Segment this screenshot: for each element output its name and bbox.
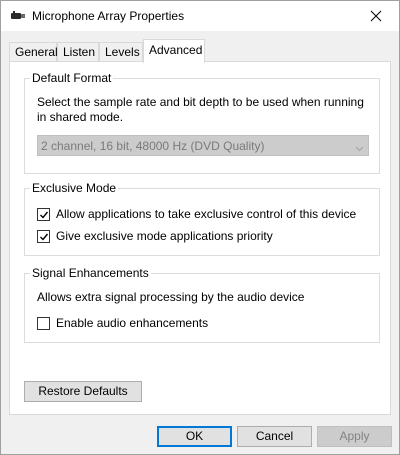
default-format-select[interactable]: 2 channel, 16 bit, 48000 Hz (DVD Quality… — [37, 135, 369, 156]
microphone-icon — [10, 9, 26, 23]
restore-defaults-button[interactable]: Restore Defaults — [24, 381, 142, 402]
allow-exclusive-control-label: Allow applications to take exclusive con… — [56, 207, 357, 221]
window-title: Microphone Array Properties — [32, 9, 185, 23]
description-line-2: in shared mode. — [37, 110, 124, 124]
signal-enhancements-label: Signal Enhancements — [30, 266, 151, 280]
exclusive-priority-checkbox[interactable] — [37, 230, 50, 243]
default-format-group: Default Format Select the sample rate an… — [24, 71, 380, 174]
properties-dialog: Microphone Array Properties General List… — [0, 0, 400, 455]
tab-levels[interactable]: Levels — [99, 42, 143, 62]
checkmark-icon — [40, 233, 49, 241]
enable-enhancements-label: Enable audio enhancements — [56, 316, 209, 330]
chevron-down-icon — [355, 141, 364, 155]
ok-button[interactable]: OK — [157, 426, 232, 447]
exclusive-mode-label: Exclusive Mode — [30, 181, 119, 195]
title-bar[interactable]: Microphone Array Properties — [1, 1, 399, 31]
apply-button[interactable]: Apply — [317, 426, 392, 447]
checkmark-icon — [40, 211, 49, 219]
tab-general[interactable]: General — [9, 42, 58, 62]
allow-exclusive-control-checkbox[interactable] — [37, 208, 50, 221]
default-format-label: Default Format — [30, 71, 114, 85]
enable-enhancements-checkbox[interactable] — [37, 317, 50, 330]
close-button[interactable] — [353, 1, 399, 31]
tab-advanced[interactable]: Advanced — [143, 39, 205, 63]
signal-enhancements-description: Allows extra signal processing by the au… — [37, 290, 305, 304]
cancel-button[interactable]: Cancel — [237, 426, 312, 447]
signal-enhancements-group: Signal Enhancements Allows extra signal … — [24, 266, 380, 343]
tab-listen[interactable]: Listen — [57, 42, 99, 62]
exclusive-mode-group: Exclusive Mode Allow applications to tak… — [24, 181, 380, 256]
default-format-description: Select the sample rate and bit depth to … — [37, 95, 364, 125]
advanced-panel: Default Format Select the sample rate an… — [9, 61, 391, 415]
select-value: 2 channel, 16 bit, 48000 Hz (DVD Quality… — [41, 139, 265, 153]
description-line-1: Select the sample rate and bit depth to … — [37, 95, 364, 109]
close-icon — [370, 10, 382, 22]
exclusive-priority-label: Give exclusive mode applications priorit… — [56, 229, 273, 243]
